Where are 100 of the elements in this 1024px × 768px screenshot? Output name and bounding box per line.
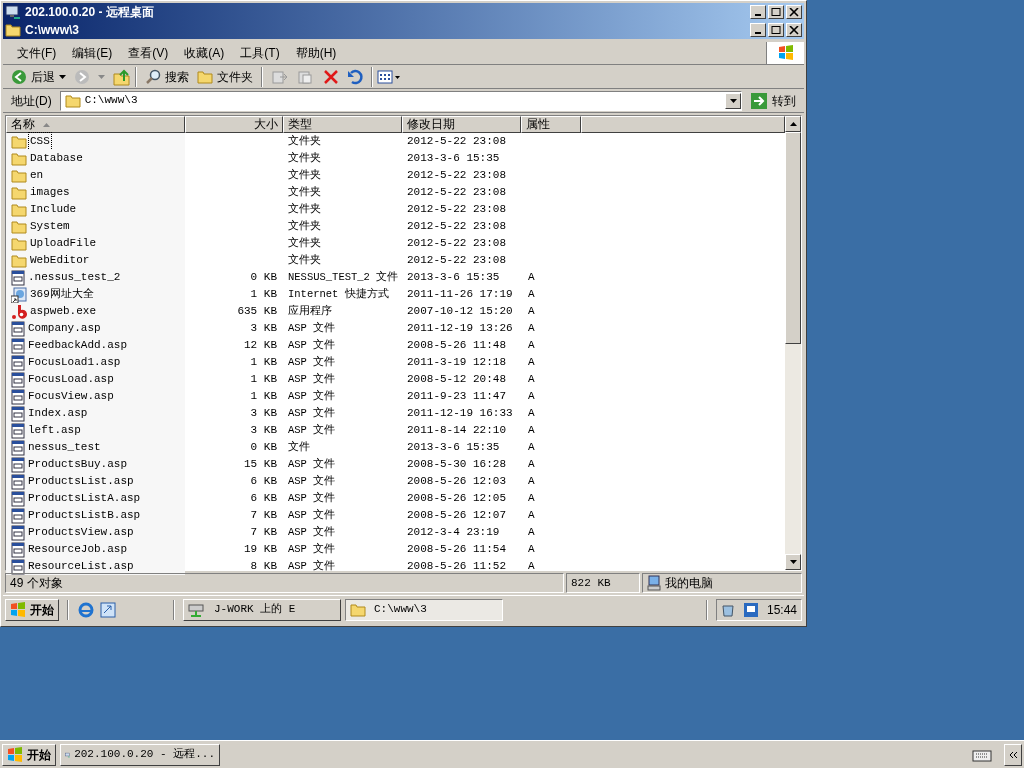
column-header[interactable]: 大小 bbox=[185, 116, 283, 133]
modified-date: 2011-12-19 16:33 bbox=[407, 407, 513, 420]
undo-icon[interactable] bbox=[347, 68, 363, 85]
close-icon bbox=[789, 25, 799, 35]
address-field[interactable]: C:\www\3 bbox=[59, 90, 742, 111]
modified-date: 2008-5-26 12:05 bbox=[407, 492, 507, 505]
start-button[interactable]: 开始 bbox=[2, 743, 56, 766]
vertical-scrollbar[interactable] bbox=[785, 116, 801, 570]
views-icon[interactable] bbox=[377, 68, 401, 85]
file-size: 7 KB bbox=[250, 509, 277, 522]
folder-icon bbox=[350, 602, 366, 617]
modified-date: 2012-5-22 23:08 bbox=[407, 237, 507, 250]
folders-button[interactable]: 文件夹 bbox=[193, 65, 257, 88]
file-name[interactable]: CSS bbox=[29, 133, 51, 150]
modified-date: 2008-5-26 11:48 bbox=[407, 339, 507, 352]
sort-arrow-icon bbox=[43, 122, 50, 127]
modified-date: 2012-5-22 23:08 bbox=[407, 186, 507, 199]
menu-item[interactable]: 查看(V) bbox=[122, 43, 175, 62]
dropdown-caret-icon bbox=[98, 74, 105, 79]
file-attributes: A bbox=[528, 390, 535, 403]
column-header[interactable]: 类型 bbox=[283, 116, 402, 133]
file-attributes: A bbox=[528, 339, 535, 352]
close-icon bbox=[789, 7, 799, 17]
modified-date: 2008-5-30 16:28 bbox=[407, 458, 507, 471]
search-icon bbox=[145, 68, 161, 85]
file-type: ASP 文件 bbox=[288, 543, 336, 556]
minimize-button[interactable] bbox=[750, 5, 766, 19]
column-header[interactable]: 属性 bbox=[521, 116, 581, 133]
search-button[interactable]: 搜索 bbox=[141, 65, 193, 88]
file-size: 1 KB bbox=[250, 390, 277, 403]
scroll-up-icon bbox=[789, 122, 797, 126]
clock: 15:44 bbox=[766, 601, 797, 619]
close-button[interactable] bbox=[786, 5, 802, 19]
file-type: 文件夹 bbox=[288, 220, 321, 233]
column-header[interactable]: 名称 bbox=[6, 116, 185, 133]
back-button[interactable]: 后退 bbox=[7, 65, 59, 88]
file-size: 19 KB bbox=[244, 543, 277, 556]
column-header[interactable]: 修改日期 bbox=[402, 116, 521, 133]
menu-item[interactable]: 编辑(E) bbox=[66, 43, 119, 62]
menu-item[interactable]: 工具(T) bbox=[234, 43, 286, 62]
file-type: 文件夹 bbox=[288, 152, 321, 165]
network-drive-icon bbox=[188, 601, 206, 618]
menu-item[interactable]: 帮助(H) bbox=[289, 43, 343, 62]
modified-date: 2008-5-26 11:52 bbox=[407, 560, 507, 573]
address-label: 地址(D) bbox=[10, 92, 53, 110]
caret-icon bbox=[729, 98, 737, 103]
modified-date: 2012-3-4 23:19 bbox=[407, 526, 500, 539]
file-size: 12 KB bbox=[244, 339, 277, 352]
file-attributes: A bbox=[528, 458, 535, 471]
expand-tray-button[interactable] bbox=[1004, 743, 1022, 766]
modified-date: 2008-5-26 12:07 bbox=[407, 509, 507, 522]
browser-icon[interactable] bbox=[77, 600, 95, 619]
file-type: ASP 文件 bbox=[288, 373, 336, 386]
scrollbar-thumb[interactable] bbox=[785, 132, 801, 344]
file-size: 3 KB bbox=[250, 322, 277, 335]
modified-date: 2012-5-22 23:08 bbox=[407, 254, 507, 267]
folder-icon bbox=[5, 23, 21, 37]
file-type: ASP 文件 bbox=[288, 322, 336, 335]
file-size: 635 KB bbox=[237, 305, 277, 318]
maximize-button[interactable] bbox=[768, 23, 784, 37]
start-button[interactable]: 开始 bbox=[5, 598, 59, 621]
minimize-button[interactable] bbox=[750, 23, 766, 37]
modified-date: 2011-12-19 13:26 bbox=[407, 322, 513, 335]
file-type: 文件夹 bbox=[288, 169, 321, 182]
file-attributes: A bbox=[528, 288, 535, 301]
file-attributes: A bbox=[528, 407, 535, 420]
go-button[interactable]: 转到 bbox=[746, 89, 800, 112]
file-type: ASP 文件 bbox=[288, 424, 336, 437]
keyboard-icon[interactable] bbox=[972, 747, 992, 762]
dropdown-caret-icon bbox=[59, 74, 66, 79]
file-type: ASP 文件 bbox=[288, 560, 336, 573]
file-type: ASP 文件 bbox=[288, 509, 336, 522]
menu-item[interactable]: 文件(F) bbox=[11, 43, 63, 62]
close-button[interactable] bbox=[786, 23, 802, 37]
file-type: Internet 快捷方式 bbox=[288, 288, 389, 301]
file-size: 1 KB bbox=[250, 356, 277, 369]
object-count: 49 个对象 bbox=[10, 575, 63, 592]
up-folder-icon[interactable] bbox=[113, 67, 131, 86]
modified-date: 2012-5-22 23:08 bbox=[407, 135, 507, 148]
modified-date: 2012-5-22 23:08 bbox=[407, 220, 507, 233]
file-type: 文件夹 bbox=[288, 186, 321, 199]
double-chevron-icon bbox=[1008, 750, 1018, 759]
file-size: 3 KB bbox=[250, 407, 277, 420]
taskbar-button[interactable]: 202.100.0.20 - 远程... bbox=[60, 743, 220, 766]
maximize-button[interactable] bbox=[768, 5, 784, 19]
taskbar-button[interactable]: C:\www\3 bbox=[345, 598, 503, 621]
scroll-down-icon bbox=[789, 560, 797, 564]
taskbar-button[interactable]: J-WORK 上的 E bbox=[183, 598, 341, 621]
folder-icon bbox=[197, 69, 213, 84]
dropdown-button[interactable] bbox=[725, 92, 741, 109]
file-size: 8 KB bbox=[250, 560, 277, 573]
menu-item[interactable]: 收藏(A) bbox=[178, 43, 231, 62]
file-name[interactable]: en bbox=[29, 167, 45, 184]
delete-icon[interactable] bbox=[323, 68, 339, 85]
file-attributes: A bbox=[528, 356, 535, 369]
remote-session-icon[interactable] bbox=[742, 601, 759, 618]
file-type: 文件 bbox=[288, 441, 310, 454]
file-type: 文件夹 bbox=[288, 254, 321, 267]
file-size: 1 KB bbox=[250, 373, 277, 386]
desktop-shortcut-icon[interactable] bbox=[99, 600, 117, 619]
